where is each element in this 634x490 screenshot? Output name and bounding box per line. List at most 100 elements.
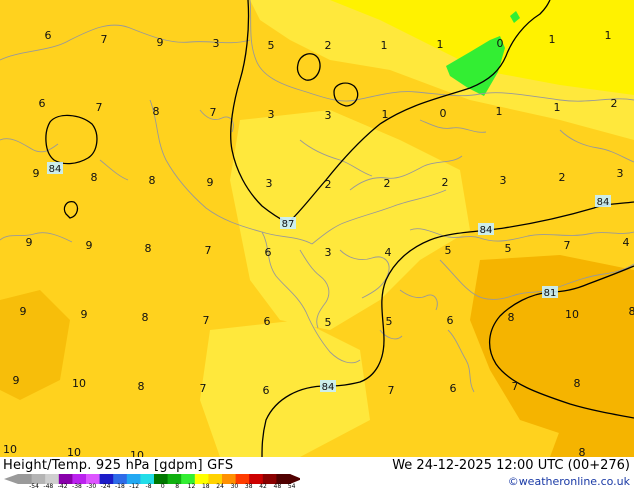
temp-label: 1	[549, 33, 556, 46]
temp-label: 8	[629, 305, 634, 318]
temp-label: 5	[325, 316, 332, 329]
temp-label: 6	[45, 29, 52, 42]
svg-text:81: 81	[544, 288, 557, 299]
temp-label: 7	[205, 244, 212, 257]
contour-value-label: 84	[478, 223, 494, 236]
temp-label: 8	[579, 446, 586, 457]
temp-label: 1	[437, 38, 444, 51]
temp-label: 3	[266, 177, 273, 190]
valid-time: We 24-12-2025 12:00 UTC (00+276)	[392, 458, 630, 473]
temp-label: 2	[325, 39, 332, 52]
temp-label: 7	[564, 239, 571, 252]
temp-label: 6	[450, 382, 457, 395]
temp-label: 6	[263, 384, 270, 397]
temp-label: 6	[39, 97, 46, 110]
temp-label: 7	[200, 382, 207, 395]
scale-tick-label: 12	[187, 483, 196, 490]
scale-tick-label: 54	[287, 483, 296, 490]
map-title: Height/Temp. 925 hPa [gdpm] GFS	[3, 458, 234, 473]
temp-label: 10	[3, 443, 17, 456]
contour-value-label: 84	[47, 162, 63, 175]
temp-label: 10	[67, 446, 81, 457]
scale-tick-label: 30	[230, 483, 239, 490]
scale-tick-label: -30	[86, 483, 97, 490]
temp-label: 7	[203, 314, 210, 327]
temp-label: 8	[145, 242, 152, 255]
temp-label: 9	[157, 36, 164, 49]
scale-tick-label: -54	[29, 483, 39, 490]
temp-label: 9	[13, 374, 20, 387]
temp-label: 4	[385, 246, 392, 259]
scale-tick-label: -38	[72, 483, 82, 490]
temp-label: 3	[617, 167, 624, 180]
temp-label: 9	[33, 167, 40, 180]
temp-label: 8	[91, 171, 98, 184]
temp-label: 8	[149, 174, 156, 187]
scale-tick-label: -18	[114, 483, 125, 490]
scale-tick-label: 0	[160, 483, 165, 490]
temp-label: 8	[153, 105, 160, 118]
scale-ticks: -54 -48 -42 -38 -30 -24 -18 -12 -8 0 8 12 18 24 30 38 42…	[0, 483, 300, 490]
temp-label: 8	[574, 377, 581, 390]
temp-label: 3	[325, 109, 332, 122]
temp-label: 3	[500, 174, 507, 187]
contour-value-label: 84	[595, 195, 611, 208]
svg-text:84: 84	[597, 197, 610, 208]
temp-label: 0	[440, 107, 447, 120]
temp-label: 6	[264, 315, 271, 328]
temp-label: 9	[86, 239, 93, 252]
contour-value-label: 81	[542, 286, 558, 299]
temp-label: 2	[442, 176, 449, 189]
temp-label: 5	[505, 242, 512, 255]
temp-label: 7	[101, 33, 108, 46]
temp-label: 10	[130, 449, 144, 457]
temp-label: 7	[210, 106, 217, 119]
scale-tick-label: 42	[259, 483, 267, 490]
credit-link[interactable]: ©weatheronline.co.uk	[508, 475, 630, 488]
svg-text:87: 87	[282, 219, 295, 230]
temp-label: 2	[325, 178, 332, 191]
scale-tick-label: -12	[129, 483, 140, 490]
svg-text:84: 84	[480, 225, 493, 236]
temp-label: 7	[96, 101, 103, 114]
temp-label: 6	[447, 314, 454, 327]
temp-label: 1	[554, 101, 561, 114]
temp-label: 0	[497, 37, 504, 50]
temp-label: 7	[512, 380, 519, 393]
temp-label: 1	[382, 108, 389, 121]
scale-tick-label: 38	[244, 483, 253, 490]
temp-label: 2	[611, 97, 618, 110]
svg-text:84: 84	[322, 382, 335, 393]
temp-label: 10	[72, 377, 86, 390]
temperature-field	[0, 0, 634, 457]
temp-label: 2	[384, 177, 391, 190]
temp-label: 6	[265, 246, 272, 259]
scale-tick-label: 18	[201, 483, 210, 490]
temp-label: 7	[388, 384, 395, 397]
temp-label: 8	[508, 311, 515, 324]
temp-label: 1	[605, 29, 612, 42]
weather-map: 6 7 9 3 5 2 1 1 0 1 16 7 8 7 3 3 1 0 1 1 29 8 8 9 3 2 2 2 3 2 39 9 8 7 6 3 4…	[0, 0, 634, 457]
temp-label: 5	[268, 39, 275, 52]
temp-label: 3	[325, 246, 332, 259]
temp-label: 3	[268, 108, 275, 121]
temp-label: 2	[559, 171, 566, 184]
temp-label: 5	[386, 315, 393, 328]
scale-tick-label: -8	[145, 483, 152, 490]
svg-text:84: 84	[49, 164, 62, 175]
contour-value-label: 87	[280, 217, 296, 230]
temp-label: 9	[207, 176, 214, 189]
temp-label: 8	[142, 311, 149, 324]
scale-tick-label: 48	[273, 483, 282, 490]
scale-tick-label: 24	[216, 483, 224, 490]
scale-tick-label: -42	[57, 483, 68, 490]
temp-label: 4	[623, 236, 630, 249]
temp-label: 9	[81, 308, 88, 321]
scale-tick-label: -48	[43, 483, 54, 490]
scale-tick-label: -24	[100, 483, 111, 490]
temp-label: 8	[138, 380, 145, 393]
scale-tick-label: 8	[175, 483, 180, 490]
temp-label: 9	[26, 236, 33, 249]
temp-label: 5	[445, 244, 452, 257]
temp-label: 3	[213, 37, 220, 50]
